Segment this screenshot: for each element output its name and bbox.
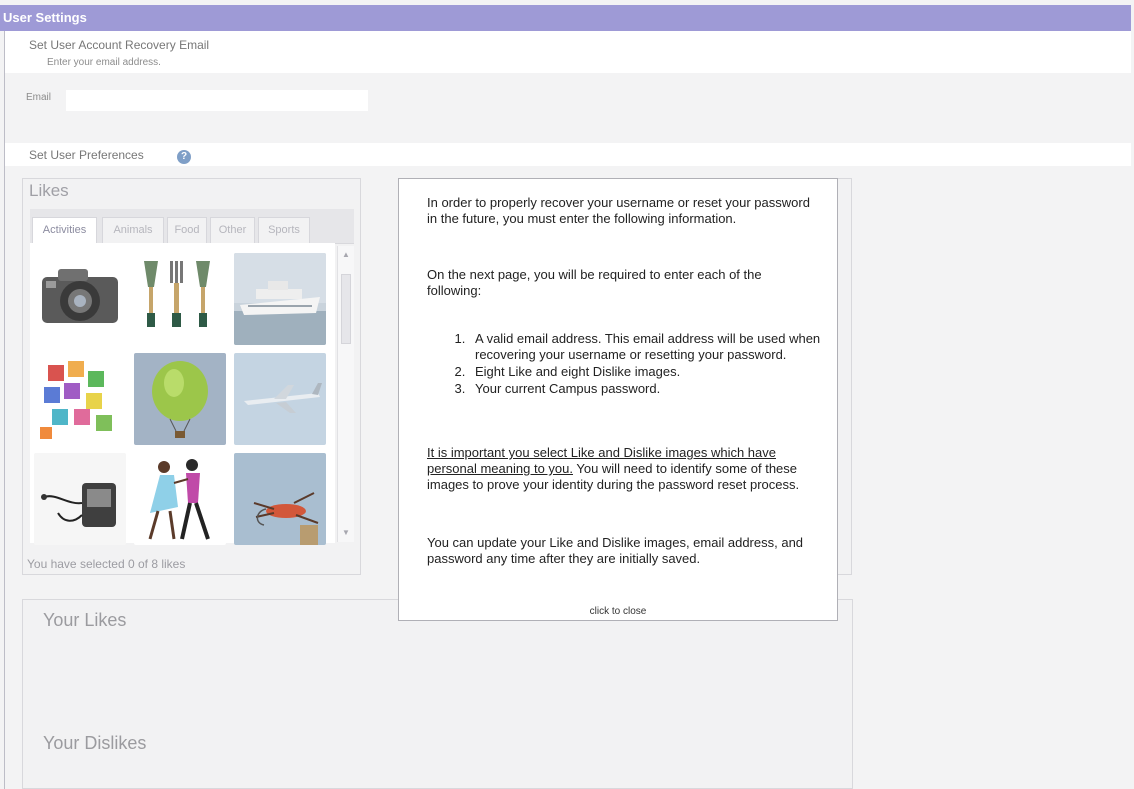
camera-image[interactable]: [34, 253, 126, 345]
preferences-title: Set User Preferences: [29, 148, 144, 162]
dialog-important: It is important you select Like and Disl…: [427, 445, 815, 493]
page-header: User Settings: [0, 5, 1131, 31]
dialog-intro: In order to properly recover your userna…: [427, 195, 810, 226]
likes-scrollbar[interactable]: ▲ ▼: [337, 246, 354, 542]
list-item: Your current Campus password.: [469, 381, 859, 397]
hot-air-balloon-image[interactable]: [134, 353, 226, 445]
recovery-instruction: Enter your email address.: [47, 57, 161, 68]
your-dislikes-title: Your Dislikes: [43, 733, 147, 753]
jigsaw-puzzle-image[interactable]: [34, 353, 126, 445]
info-dialog: In order to properly recover your userna…: [398, 178, 838, 621]
likes-status: You have selected 0 of 8 likes: [27, 557, 186, 571]
tab-animals[interactable]: Animals: [102, 217, 164, 243]
fishing-fly-image[interactable]: [234, 453, 326, 545]
dialog-update-note: You can update your Like and Dislike ima…: [427, 535, 804, 566]
close-dialog-link[interactable]: click to close: [399, 604, 837, 620]
scrollbar-thumb[interactable]: [341, 274, 351, 344]
your-likes-title: Your Likes: [43, 610, 127, 630]
likes-title: Likes: [29, 181, 69, 200]
email-label: Email: [26, 92, 52, 103]
preferences-section: [5, 143, 1131, 166]
page: User Settings Set User Account Recovery …: [0, 0, 1134, 789]
your-selections-panel: [22, 599, 853, 789]
airplane-image[interactable]: [234, 353, 326, 445]
cruise-ship-image[interactable]: [234, 253, 326, 345]
tab-activities[interactable]: Activities: [32, 217, 97, 243]
tab-other[interactable]: Other: [210, 217, 255, 243]
dancers-image[interactable]: [134, 453, 226, 545]
dialog-next-page: On the next page, you will be required t…: [427, 267, 762, 298]
cassette-player-image[interactable]: [34, 453, 126, 545]
scroll-down-icon[interactable]: ▼: [338, 526, 354, 540]
list-item: Eight Like and eight Dislike images.: [469, 364, 859, 380]
list-item: A valid email address. This email addres…: [469, 331, 859, 363]
requirements-list: A valid email address. This email addres…: [425, 331, 859, 398]
email-field[interactable]: [66, 90, 368, 111]
recovery-title: Set User Account Recovery Email: [29, 38, 210, 52]
tab-food[interactable]: Food: [167, 217, 207, 243]
help-icon[interactable]: ?: [177, 150, 191, 164]
scroll-up-icon[interactable]: ▲: [338, 248, 354, 262]
garden-tools-image[interactable]: [134, 253, 226, 345]
tab-sports[interactable]: Sports: [258, 217, 310, 243]
